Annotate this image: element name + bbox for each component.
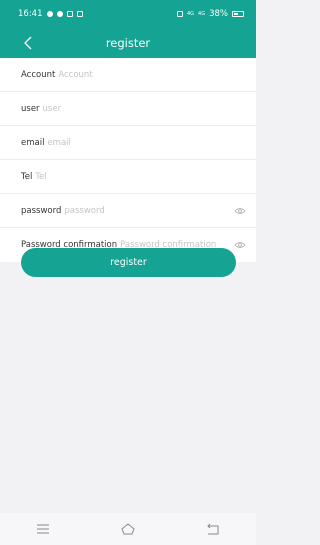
- eye-icon[interactable]: [234, 241, 246, 249]
- status-bar: 16:41 4G 4G 38%: [0, 0, 256, 28]
- password-label: password: [21, 205, 62, 216]
- system-nav-bar: [0, 513, 256, 545]
- user-label: user: [21, 103, 40, 114]
- network-label-1: 4G: [186, 10, 195, 17]
- status-time: 16:41: [18, 9, 43, 19]
- notification-icon: [46, 11, 53, 17]
- battery-percent: 38%: [209, 9, 228, 19]
- account-input[interactable]: [55, 69, 246, 80]
- tel-input[interactable]: [32, 171, 246, 182]
- register-form: Account user email Tel password Password…: [0, 58, 256, 262]
- eye-icon[interactable]: [234, 207, 246, 215]
- app-notification-icon: [76, 11, 83, 17]
- user-input[interactable]: [39, 103, 246, 114]
- home-button[interactable]: [110, 517, 146, 541]
- message-icon: [66, 11, 73, 17]
- back-icon: [207, 523, 219, 535]
- user-row: user: [0, 92, 256, 126]
- app-header: register: [0, 28, 256, 58]
- chat-icon: [56, 11, 63, 17]
- page-title: register: [105, 36, 151, 50]
- email-label: email: [21, 137, 45, 148]
- menu-icon: [36, 524, 49, 534]
- status-right: 4G 4G 38%: [176, 9, 244, 19]
- email-input[interactable]: [44, 137, 246, 148]
- network-label-2: 4G: [198, 10, 206, 17]
- account-label: Account: [21, 69, 56, 80]
- password-row: password: [0, 194, 256, 228]
- password-input[interactable]: [61, 205, 230, 216]
- tel-label: Tel: [21, 171, 33, 182]
- menu-button[interactable]: [25, 517, 61, 541]
- nfc-icon: [176, 11, 183, 17]
- account-row: Account: [0, 58, 256, 92]
- battery-icon: [232, 11, 244, 17]
- tel-row: Tel: [0, 160, 256, 194]
- email-row: email: [0, 126, 256, 160]
- home-icon: [121, 523, 135, 535]
- back-nav-button[interactable]: [195, 517, 231, 541]
- status-left: 16:41: [18, 9, 83, 19]
- register-button[interactable]: register: [21, 248, 236, 277]
